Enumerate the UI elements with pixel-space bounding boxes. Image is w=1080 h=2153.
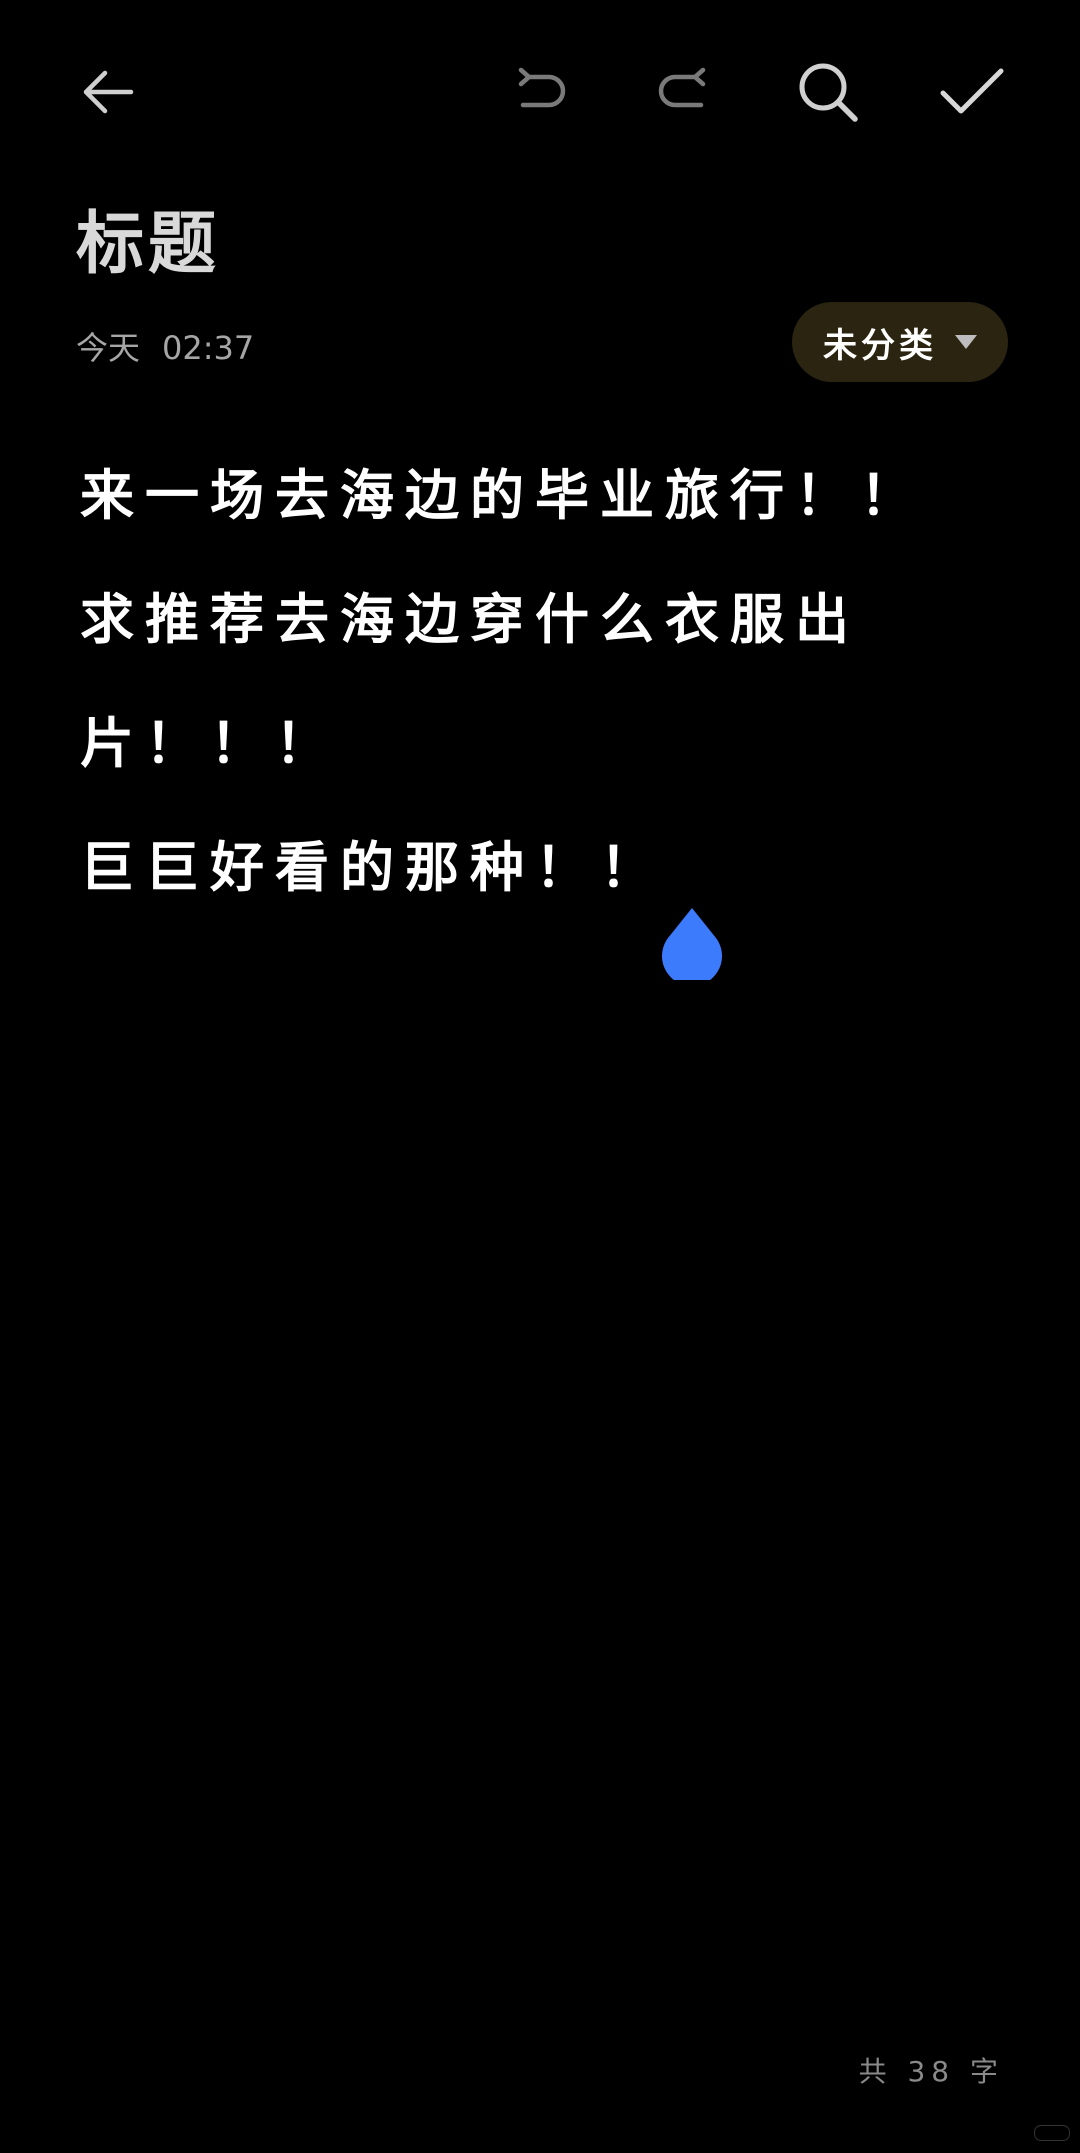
note-timestamp: 今天 02:37 <box>76 326 254 370</box>
redo-button[interactable] <box>636 46 728 138</box>
undo-icon <box>518 67 566 108</box>
check-icon <box>940 68 1004 114</box>
note-line: 来一场去海边的毕业旅行！！ <box>80 464 925 527</box>
category-dropdown[interactable]: 未分类 <box>792 302 1008 382</box>
undo-button[interactable] <box>496 46 588 138</box>
redo-icon <box>658 67 706 108</box>
arrow-left-icon <box>83 70 134 114</box>
search-button[interactable] <box>782 46 874 138</box>
time-label: 02:37 <box>162 329 255 367</box>
note-line: 求推荐去海边穿什么衣服出片！！！ <box>80 588 860 775</box>
category-label: 未分类 <box>823 325 937 366</box>
caret-down-icon <box>955 335 977 349</box>
confirm-button[interactable] <box>926 46 1018 138</box>
back-button[interactable] <box>62 46 154 138</box>
top-toolbar <box>0 0 1080 184</box>
note-body-editor[interactable]: 来一场去海边的毕业旅行！！ 求推荐去海边穿什么衣服出片！！！ 巨巨好看的那种！！ <box>80 434 1000 930</box>
date-label: 今天 <box>76 329 141 367</box>
note-title[interactable]: 标题 <box>76 200 220 290</box>
note-line: 巨巨好看的那种！！ <box>80 836 665 899</box>
word-count: 共 38 字 <box>858 2055 1004 2088</box>
watermark-badge <box>1034 2125 1070 2141</box>
text-cursor-handle[interactable] <box>661 906 723 980</box>
search-icon <box>799 63 858 122</box>
